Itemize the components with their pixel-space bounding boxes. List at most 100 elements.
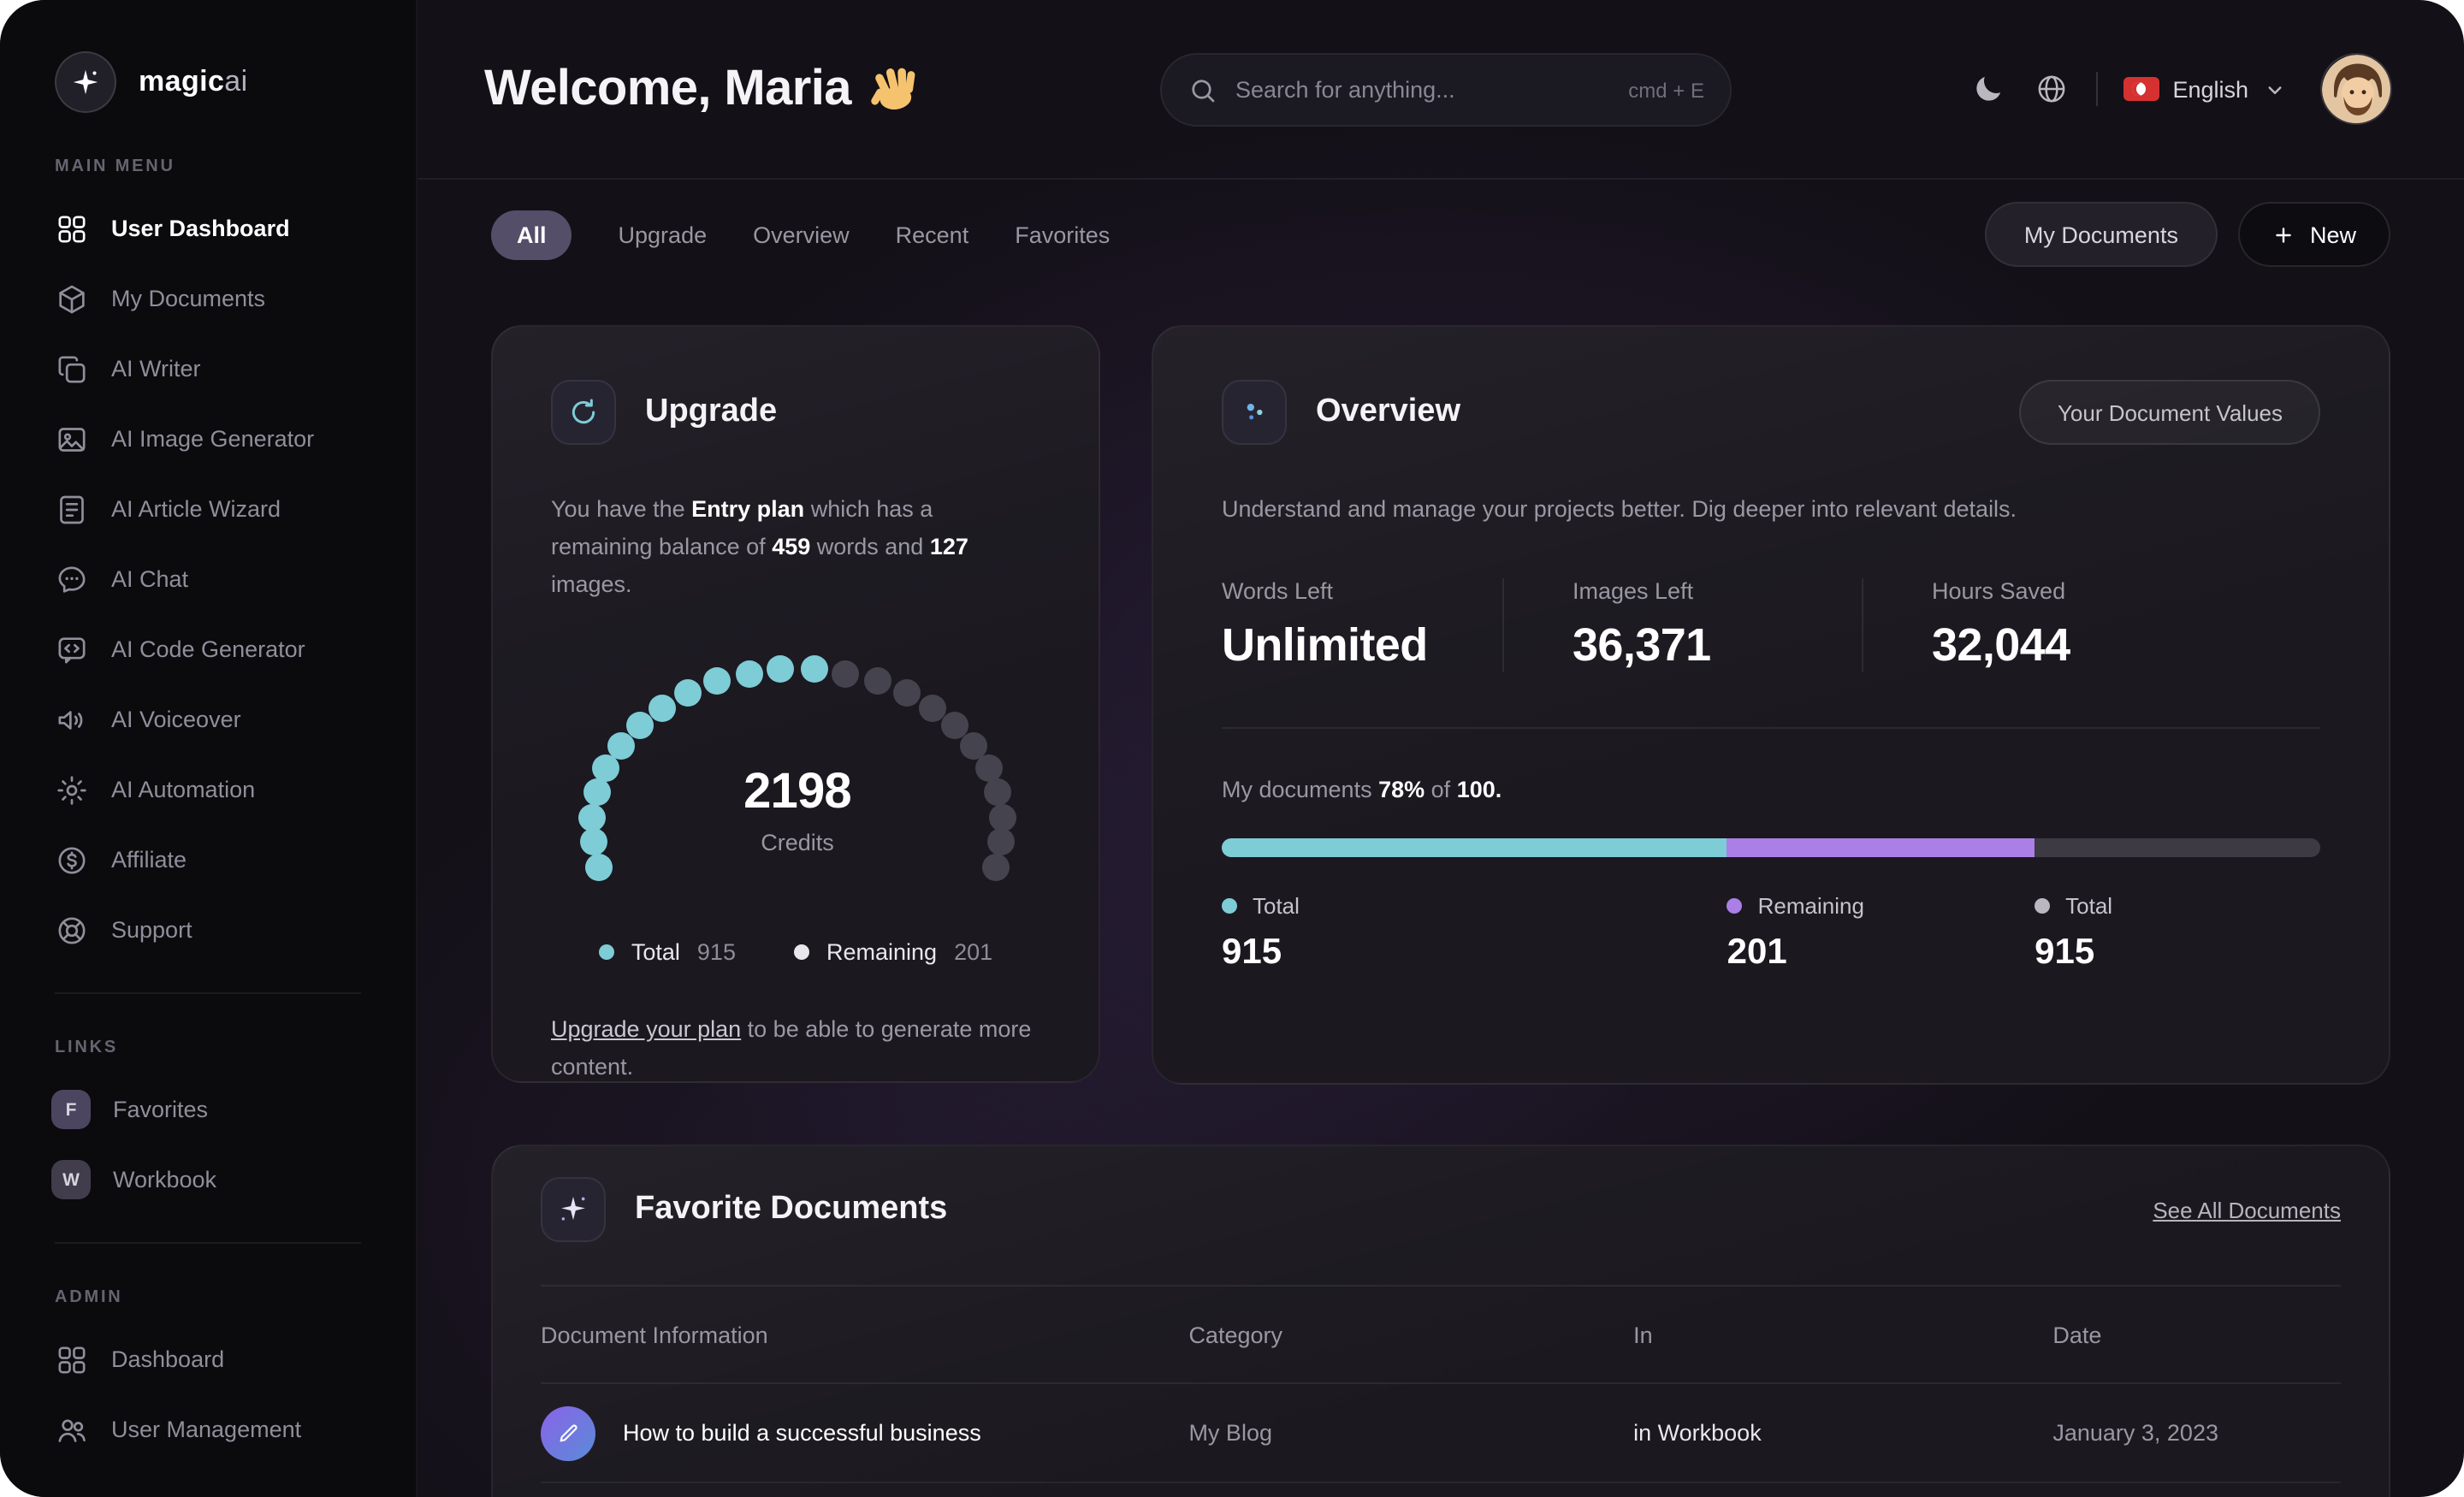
users-icon [55, 1412, 89, 1447]
table-row[interactable]: How to build a successful business My Bl… [541, 1384, 2341, 1483]
sidebar-item-ai-article-wizard[interactable]: AI Article Wizard [55, 474, 416, 544]
chat-icon [55, 562, 89, 596]
code-icon [55, 632, 89, 666]
app-window: magicai MAIN MENU User Dashboard My Docu… [0, 0, 2464, 1497]
progress-legend: Total 915 Remaining 201 Total 915 [1222, 893, 2320, 996]
dashboard-icon [55, 1342, 89, 1376]
upgrade-card: Upgrade You have the Entry plan which ha… [491, 325, 1100, 1083]
legend-remaining-purple: Remaining 201 [1727, 893, 1864, 972]
overview-divider [1222, 727, 2320, 729]
favorites-badge: F [51, 1090, 91, 1129]
gauge-legend: Total 915 Remaining 201 [551, 939, 1040, 965]
wave-emoji [870, 65, 921, 113]
document-location: in Workbook [1633, 1420, 1762, 1446]
sidebar-item-support[interactable]: Support [55, 895, 416, 965]
dashboard-icon [55, 211, 89, 246]
overview-stats: Words Left Unlimited Images Left 36,371 … [1222, 578, 2320, 672]
search-icon [1188, 74, 1218, 105]
content: All Upgrade Overview Recent Favorites My… [418, 202, 2464, 1497]
document-category: My Blog [1188, 1420, 1272, 1446]
search-input[interactable] [1235, 77, 1612, 103]
sidebar-item-favorites[interactable]: F Favorites [51, 1074, 416, 1145]
stat-words-left: Words Left Unlimited [1222, 578, 1428, 671]
legend-total-gray: Total 915 [2035, 893, 2113, 972]
language-selector[interactable]: English [2123, 76, 2288, 102]
toolbar: All Upgrade Overview Recent Favorites My… [491, 202, 2390, 267]
upgrade-description: You have the Entry plan which has a rema… [551, 496, 968, 597]
stat-hours-saved: Hours Saved 32,044 [1862, 578, 2070, 672]
search-bar[interactable]: cmd + E [1160, 53, 1732, 127]
upgrade-card-title: Upgrade [645, 393, 778, 429]
brand-name: magicai [139, 65, 248, 98]
toolbar-actions: My Documents New [1984, 202, 2390, 267]
sidebar-item-ai-chat[interactable]: AI Chat [55, 544, 416, 614]
chevron-down-icon [2262, 76, 2288, 102]
brand[interactable]: magicai [55, 51, 416, 113]
sidebar-item-admin-dashboard[interactable]: Dashboard [55, 1324, 416, 1394]
sidebar-item-workbook[interactable]: W Workbook [51, 1145, 416, 1215]
see-all-documents-link[interactable]: See All Documents [2153, 1197, 2341, 1222]
upgrade-plan-text: Upgrade your plan to be able to generate… [551, 1016, 1032, 1080]
overview-card: Overview Your Document Values Understand… [1152, 325, 2390, 1085]
sidebar-item-ai-automation[interactable]: AI Automation [55, 754, 416, 825]
overview-description: Understand and manage your projects bett… [1222, 496, 2017, 522]
sidebar-item-ai-writer[interactable]: AI Writer [55, 334, 416, 404]
document-pen-icon [541, 1405, 595, 1460]
credits-readout: 2198 Credits [551, 765, 1044, 855]
globe-icon[interactable] [2032, 70, 2070, 108]
tab-all[interactable]: All [491, 210, 572, 259]
document-date: January 3, 2023 [2052, 1420, 2218, 1446]
document-values-button[interactable]: Your Document Values [2019, 380, 2320, 445]
remaining-dot [793, 944, 809, 960]
flag-icon [2123, 77, 2159, 101]
links-label: LINKS [55, 1038, 118, 1057]
plus-icon [2272, 223, 2295, 246]
favorite-documents-card: Favorite Documents See All Documents Doc… [491, 1145, 2390, 1497]
upgrade-card-icon [551, 380, 616, 445]
avatar[interactable] [2320, 53, 2392, 125]
article-icon [55, 492, 89, 526]
automation-icon [55, 772, 89, 807]
writer-icon [55, 352, 89, 386]
workbook-badge: W [51, 1160, 91, 1199]
documents-progress-text: My documents 78% of 100. [1222, 777, 1502, 802]
admin-label: ADMIN [55, 1288, 123, 1307]
sidebar-divider [55, 992, 361, 994]
sidebar-divider-2 [55, 1242, 361, 1244]
document-name: How to build a successful business [623, 1420, 981, 1446]
sidebar-item-user-management[interactable]: User Management [55, 1394, 416, 1464]
upgrade-plan-link[interactable]: Upgrade your plan [551, 1016, 741, 1042]
image-icon [55, 422, 89, 456]
my-documents-button[interactable]: My Documents [1984, 202, 2218, 267]
overview-card-title: Overview [1316, 393, 1460, 429]
header-divider [2095, 72, 2098, 106]
favorite-documents-icon [541, 1177, 606, 1242]
header: Welcome, Maria Search for anything... cm… [418, 0, 2464, 180]
filter-tabs: All Upgrade Overview Recent Favorites [491, 210, 1110, 259]
sidebar-item-my-documents[interactable]: My Documents [55, 263, 416, 334]
credits-gauge: 2198 Credits [551, 642, 1044, 912]
tab-recent[interactable]: Recent [896, 222, 969, 247]
affiliate-icon [55, 843, 89, 877]
sidebar-item-ai-voiceover[interactable]: AI Voiceover [55, 684, 416, 754]
tab-overview[interactable]: Overview [753, 222, 850, 247]
documents-progress-bar [1222, 838, 2320, 857]
progress-teal [1222, 838, 1727, 857]
credits-label: Credits [761, 830, 834, 855]
progress-purple [1727, 838, 2035, 857]
brand-logo-icon [55, 51, 116, 113]
tab-favorites[interactable]: Favorites [1015, 222, 1110, 247]
sidebar-item-ai-image-generator[interactable]: AI Image Generator [55, 404, 416, 474]
main-menu-label: MAIN MENU [55, 157, 175, 176]
sidebar-item-ai-code-generator[interactable]: AI Code Generator [55, 614, 416, 684]
tab-upgrade[interactable]: Upgrade [619, 222, 708, 247]
main-menu: User Dashboard My Documents AI Writer AI… [55, 193, 416, 965]
dark-mode-toggle[interactable] [1969, 70, 2006, 108]
stat-images-left: Images Left 36,371 [1502, 578, 1862, 672]
sidebar-item-user-dashboard[interactable]: User Dashboard [55, 193, 416, 263]
credits-value: 2198 [743, 765, 852, 820]
legend-total-teal: Total 915 [1222, 893, 1300, 972]
new-button[interactable]: New [2237, 202, 2390, 267]
sidebar-item-affiliate[interactable]: Affiliate [55, 825, 416, 895]
main-area: Welcome, Maria Search for anything... cm… [418, 0, 2464, 1497]
